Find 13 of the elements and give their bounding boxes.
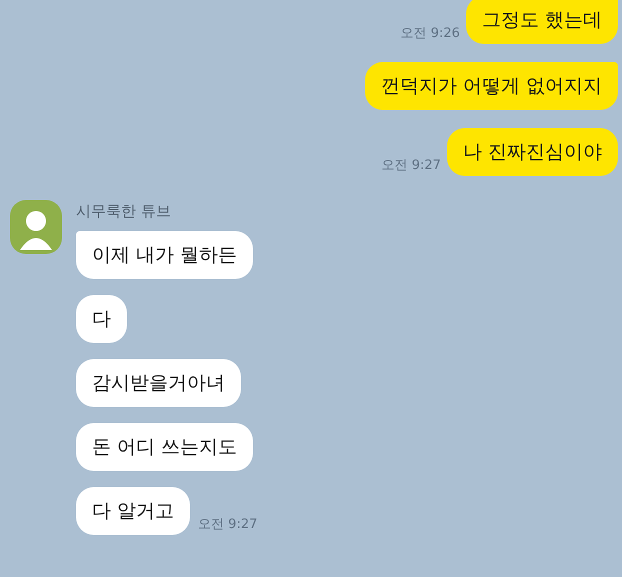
received-message-bubble: 감시받을거아녀 — [76, 359, 241, 407]
message-time: 오전 9:26 — [400, 25, 460, 42]
sent-message-bubble: 그정도 했는데 — [466, 0, 618, 44]
sender-name: 시무룩한 튜브 — [76, 202, 171, 221]
avatar-icon[interactable] — [10, 200, 62, 254]
received-message-bubble: 이제 내가 뭘하든 — [76, 231, 254, 279]
received-message-bubble: 다 알거고 — [76, 487, 190, 535]
sent-message-bubble: 껀덕지가 어떻게 없어지지 — [364, 62, 618, 110]
received-message-bubble: 다 — [76, 295, 127, 343]
message-time: 오전 9:27 — [382, 157, 441, 174]
message-time: 오전 9:27 — [198, 516, 258, 533]
received-message-bubble: 돈 어디 쓰는지도 — [76, 423, 254, 471]
sent-message-bubble: 나 진짜진심이야 — [446, 128, 618, 176]
